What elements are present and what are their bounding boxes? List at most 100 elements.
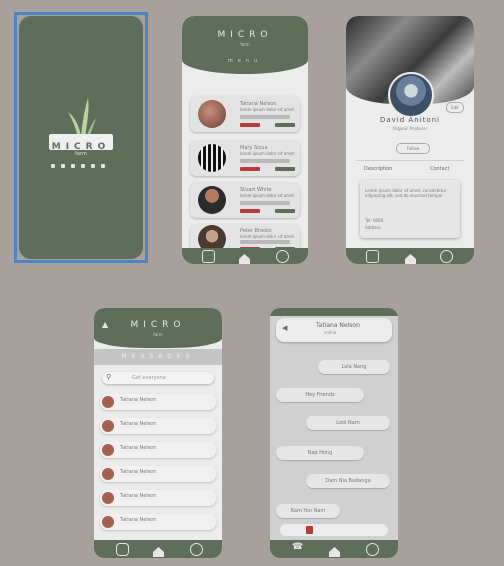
farmers-screen[interactable]: MICRO farm menu Tatiana Nelson lorem ips… <box>182 16 308 264</box>
profile-name: David Anitoni <box>379 116 440 124</box>
message-icon[interactable] <box>116 543 129 556</box>
phone-label: Tel: 0000 <box>365 218 384 223</box>
farmer-card[interactable]: Stuart White lorem ipsum dolor sit amet <box>190 182 300 218</box>
chat-bubble: Nap Hong <box>276 446 364 460</box>
avatar <box>102 516 114 528</box>
loading-dots <box>49 163 113 169</box>
search-bar[interactable]: ⚲ Get everyone <box>102 372 214 384</box>
info-bar <box>240 159 290 163</box>
avatar <box>102 492 114 504</box>
avatar <box>102 396 114 408</box>
farmer-desc: lorem ipsum dolor sit amet <box>240 151 295 156</box>
chat-screen[interactable]: ◀ Tatiana Nelson online Lola Nang Hey Fr… <box>270 308 398 558</box>
chat-bubble: Dam Nia Badanga <box>306 474 390 488</box>
profile-icon[interactable] <box>190 543 203 556</box>
tab-contact[interactable]: Contact <box>430 166 449 172</box>
home-icon[interactable] <box>238 250 251 264</box>
conversation-item[interactable]: Tatiana Nelson <box>100 418 216 434</box>
address-label: Address <box>365 225 381 230</box>
attachment-icon[interactable] <box>306 526 313 534</box>
view-button[interactable] <box>275 167 295 171</box>
conversation-item[interactable]: Tatiana Nelson <box>100 514 216 530</box>
conversation-name: Tatiana Nelson <box>120 517 157 523</box>
search-placeholder: Get everyone <box>132 375 166 381</box>
profile-icon[interactable] <box>366 543 379 556</box>
delete-button[interactable] <box>240 123 260 127</box>
conversation-item[interactable]: Tatiana Nelson <box>100 466 216 482</box>
home-icon[interactable] <box>404 250 417 264</box>
profile-icon[interactable] <box>440 250 453 263</box>
messages-section-bar: MESSAGES <box>94 349 222 365</box>
chat-bubble: Lola Nang <box>318 360 390 374</box>
loading-dot <box>51 164 55 168</box>
avatar <box>102 468 114 480</box>
messages-header: ▲ MICRO farm <box>94 308 222 348</box>
search-icon: ⚲ <box>106 373 112 381</box>
conversation-item[interactable]: Tatiana Nelson <box>100 442 216 458</box>
conversation-name: Tatiana Nelson <box>120 469 157 475</box>
info-bar <box>240 115 290 119</box>
header-title: MICRO <box>130 320 186 330</box>
messages-screen[interactable]: ▲ MICRO farm MESSAGES ⚲ Get everyone Tat… <box>94 308 222 558</box>
description-text: Lorem ipsum dolor sit amet, consectetur … <box>365 188 447 198</box>
divider <box>356 160 464 161</box>
conversation-name: Tatiana Nelson <box>120 421 157 427</box>
menu-label: menu <box>227 58 263 64</box>
follow-button[interactable]: Follow <box>396 143 430 154</box>
chat-contact-name: Tatiana Nelson <box>316 322 360 329</box>
logo-badge: MICRO <box>49 134 113 152</box>
conversation-item[interactable]: Tatiana Nelson <box>100 490 216 506</box>
message-input[interactable] <box>280 524 388 536</box>
farmer-desc: lorem ipsum dolor sit amet <box>240 107 295 112</box>
info-bar <box>240 201 290 205</box>
avatar <box>198 144 226 172</box>
chat-header: ◀ Tatiana Nelson online <box>276 318 392 342</box>
loading-dot <box>91 164 95 168</box>
farmer-card[interactable]: Mary Sicua lorem ipsum dolor sit amet <box>190 140 300 176</box>
conversation-name: Tatiana Nelson <box>120 493 157 499</box>
header-subtitle: farm <box>153 332 163 337</box>
loading-dot <box>61 164 65 168</box>
message-icon[interactable] <box>366 250 379 263</box>
logo-subtext: farm <box>75 151 87 157</box>
conversation-name: Tatiana Nelson <box>120 397 157 403</box>
loading-dot <box>81 164 85 168</box>
delete-button[interactable] <box>240 167 260 171</box>
farmer-desc: lorem ipsum dolor sit amet <box>240 193 295 198</box>
farmers-header: MICRO farm menu <box>182 16 308 74</box>
info-bar <box>240 240 290 244</box>
profile-role: Organic Producer <box>392 126 428 131</box>
home-icon[interactable] <box>328 543 341 557</box>
messages-section-label: MESSAGES <box>121 353 195 360</box>
description-card: Lorem ipsum dolor sit amet, consectetur … <box>360 180 460 238</box>
farmer-card[interactable]: Tatiana Nelson lorem ipsum dolor sit ame… <box>190 96 300 132</box>
chat-bubble: Hey Friends <box>276 388 364 402</box>
delete-button[interactable] <box>240 209 260 213</box>
chat-bubble: Lool Nam <box>306 416 390 430</box>
loading-dot <box>71 164 75 168</box>
view-button[interactable] <box>275 209 295 213</box>
profile-icon[interactable] <box>276 250 289 263</box>
tab-description[interactable]: Description <box>364 166 392 172</box>
avatar <box>102 444 114 456</box>
message-icon[interactable] <box>202 250 215 263</box>
avatar <box>102 420 114 432</box>
splash-screen[interactable]: MICRO farm <box>19 16 143 259</box>
view-button[interactable] <box>275 123 295 127</box>
profile-avatar <box>388 72 434 118</box>
back-icon[interactable]: ◀ <box>282 324 287 332</box>
chat-bubble: Kam Yon Nam <box>276 504 340 518</box>
conversation-name: Tatiana Nelson <box>120 445 157 451</box>
header-subtitle: farm <box>240 42 250 47</box>
header-title: MICRO <box>217 30 273 40</box>
loading-dot <box>101 164 105 168</box>
phone-icon[interactable]: ☎ <box>292 542 303 552</box>
avatar <box>198 100 226 128</box>
home-icon[interactable] <box>152 543 165 557</box>
conversation-item[interactable]: Tatiana Nelson <box>100 394 216 410</box>
chat-top-strip <box>270 308 398 316</box>
avatar <box>198 186 226 214</box>
edit-button[interactable]: Edit <box>446 102 464 113</box>
chat-status: online <box>324 330 337 335</box>
profile-screen[interactable]: Edit David Anitoni Organic Producer Foll… <box>346 16 474 264</box>
